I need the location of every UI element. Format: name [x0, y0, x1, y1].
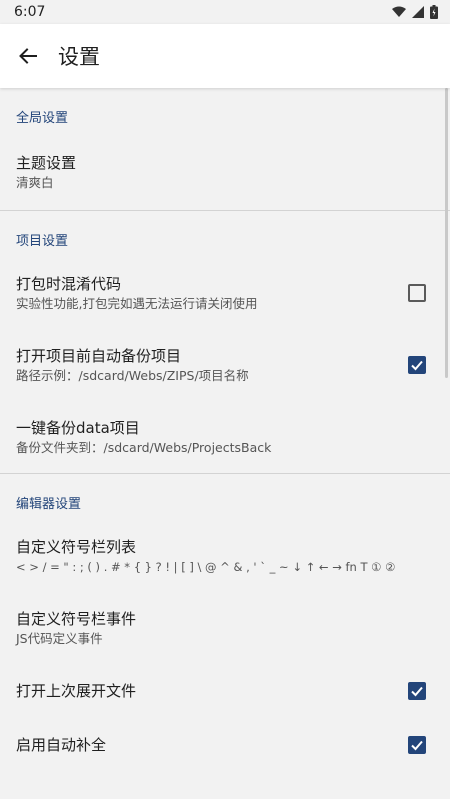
status-icons — [392, 5, 438, 19]
pref-obfuscate[interactable]: 打包时混淆代码 实验性功能,打包完如遇无法运行请关闭使用 — [0, 257, 450, 329]
check-icon — [411, 360, 423, 371]
signal-icon — [412, 6, 424, 18]
back-button[interactable] — [0, 28, 56, 84]
status-time: 6:07 — [14, 4, 46, 20]
check-icon — [411, 686, 423, 697]
scrollbar[interactable] — [445, 88, 448, 378]
pref-symbol-list-summary: < > / = " : ; ( ) . # * { } ? ! | [ ] \ … — [16, 559, 396, 574]
pref-symbol-list[interactable]: 自定义符号栏列表 < > / = " : ; ( ) . # * { } ? !… — [0, 520, 450, 592]
wifi-icon — [392, 6, 406, 17]
obfuscate-checkbox[interactable] — [408, 284, 426, 302]
status-bar: 6:07 — [0, 0, 450, 24]
auto-backup-checkbox[interactable] — [408, 356, 426, 374]
check-icon — [411, 740, 423, 751]
battery-icon — [430, 5, 438, 19]
settings-list[interactable]: 全局设置 主题设置 清爽白 项目设置 打包时混淆代码 实验性功能,打包完如遇无法… — [0, 88, 450, 799]
pref-auto-backup[interactable]: 打开项目前自动备份项目 路径示例：/sdcard/Webs/ZIPS/项目名称 — [0, 329, 450, 401]
pref-symbol-events-title: 自定义符号栏事件 — [16, 609, 137, 628]
arrow-back-icon — [19, 48, 37, 64]
pref-auto-backup-summary: 路径示例：/sdcard/Webs/ZIPS/项目名称 — [16, 367, 249, 383]
pref-theme-summary: 清爽白 — [16, 174, 54, 190]
pref-symbol-events[interactable]: 自定义符号栏事件 JS代码定义事件 — [0, 592, 450, 664]
pref-open-last[interactable]: 打开上次展开文件 — [0, 664, 450, 718]
pref-backup-data[interactable]: 一键备份data项目 备份文件夹到：/sdcard/Webs/ProjectsB… — [0, 401, 450, 473]
pref-obfuscate-title: 打包时混淆代码 — [16, 274, 122, 293]
pref-backup-data-summary: 备份文件夹到：/sdcard/Webs/ProjectsBack — [16, 439, 272, 455]
pref-symbol-events-summary: JS代码定义事件 — [16, 630, 103, 646]
pref-open-last-title: 打开上次展开文件 — [16, 682, 137, 700]
pref-obfuscate-summary: 实验性功能,打包完如遇无法运行请关闭使用 — [16, 295, 258, 311]
pref-symbol-list-title: 自定义符号栏列表 — [16, 537, 137, 556]
pref-backup-data-title: 一键备份data项目 — [16, 418, 140, 437]
section-header-global: 全局设置 — [16, 111, 69, 126]
section-header-project: 项目设置 — [16, 234, 69, 249]
pref-theme[interactable]: 主题设置 清爽白 — [0, 134, 450, 210]
app-bar: 设置 — [0, 24, 450, 88]
pref-autocomplete[interactable]: 启用自动补全 — [0, 718, 450, 772]
open-last-checkbox[interactable] — [408, 682, 426, 700]
pref-autocomplete-title: 启用自动补全 — [16, 736, 107, 754]
page-title: 设置 — [58, 45, 100, 69]
pref-auto-backup-title: 打开项目前自动备份项目 — [16, 346, 182, 365]
pref-theme-title: 主题设置 — [16, 153, 77, 172]
section-header-editor: 编辑器设置 — [16, 497, 82, 512]
autocomplete-checkbox[interactable] — [408, 736, 426, 754]
